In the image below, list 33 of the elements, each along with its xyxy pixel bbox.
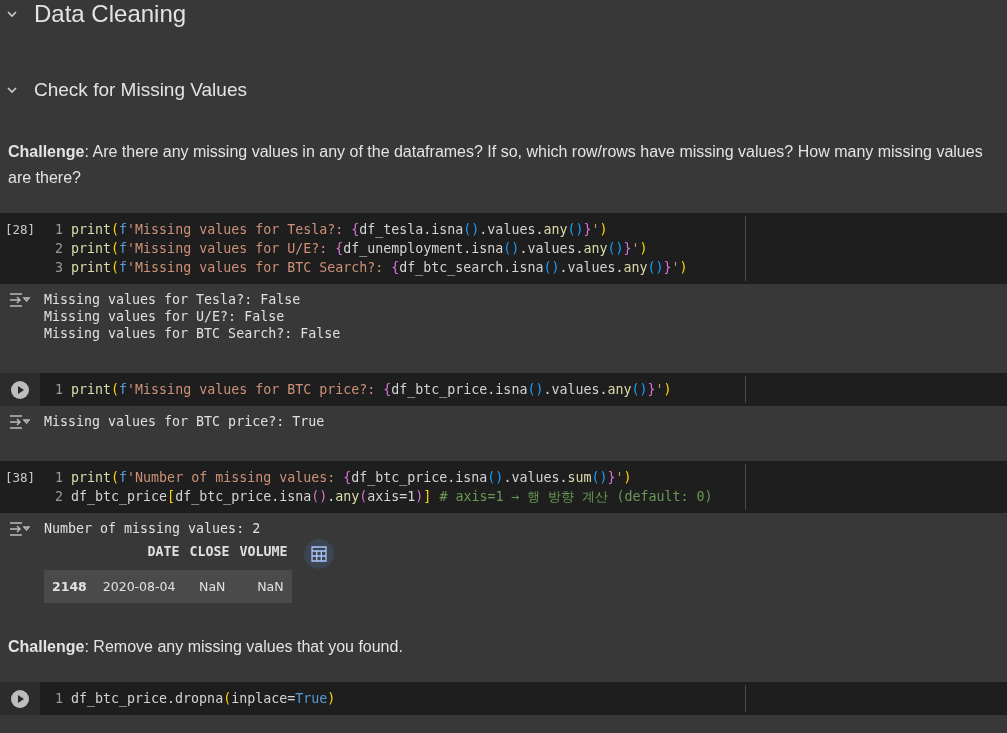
column-header: VOLUME [233, 539, 292, 570]
section-heading: Check for Missing Values [34, 79, 247, 101]
output-text: Missing values for U/E?: False [44, 308, 286, 325]
run-button-icon[interactable] [10, 688, 30, 709]
execution-count: [28] [4, 222, 36, 237]
chevron-icon[interactable] [6, 8, 18, 20]
markdown-text: Challenge: Are there any missing values in any of the dataframes? If so, which row/rows have missing values? How many missing values are there? [8, 143, 983, 186]
output-toggle-icon[interactable] [8, 521, 30, 537]
run-button-icon[interactable] [10, 379, 30, 400]
code-line: 2 print(f'Missing values for U/E?: {df_unemployment.isna().values.any()}') [55, 240, 649, 258]
table-cell: 2020-08-04 [94, 570, 184, 603]
code-line: 2 df_btc_price[df_btc_price.isna().any(axis=1)] # axis=1 → 행 방향 계산 (default: 0) [55, 488, 714, 506]
code-line: 1 print(f'Missing values for Tesla?: {df_tesla.isna().values.any()}') [55, 221, 609, 239]
output-text: Missing values for BTC Search?: False [44, 325, 341, 342]
table-icon[interactable] [303, 539, 334, 569]
row-index: 2148 [44, 570, 95, 603]
chevron-icon[interactable] [6, 84, 18, 96]
markdown-text: Challenge: Remove any missing values that you found. [8, 638, 403, 655]
output-text: Missing values for BTC price?: True [44, 413, 325, 430]
table-cell: NaN [183, 570, 234, 603]
code-line: 1 print(f'Number of missing values: {df_btc_price.isna().values.sum()}') [55, 469, 633, 487]
code-line: 3 print(f'Missing values for BTC Search?: {df_btc_search.isna().values.any()}') [55, 259, 689, 277]
output-text: Number of missing values: 2 [44, 520, 262, 537]
output-toggle-icon[interactable] [8, 414, 30, 430]
table-cell: NaN [233, 570, 292, 603]
column-header: CLOSE [183, 539, 234, 570]
section-heading: Data Cleaning [34, 0, 187, 28]
output-text: Missing values for Tesla?: False [44, 291, 302, 308]
output-toggle-icon[interactable] [8, 292, 30, 308]
execution-count: [38] [4, 470, 36, 485]
code-line: 1 print(f'Missing values for BTC price?: {df_btc_price.isna().values.any()}') [55, 381, 673, 399]
column-header: DATE [94, 539, 184, 570]
code-line: 1 df_btc_price.dropna(inplace=True) [55, 690, 337, 708]
